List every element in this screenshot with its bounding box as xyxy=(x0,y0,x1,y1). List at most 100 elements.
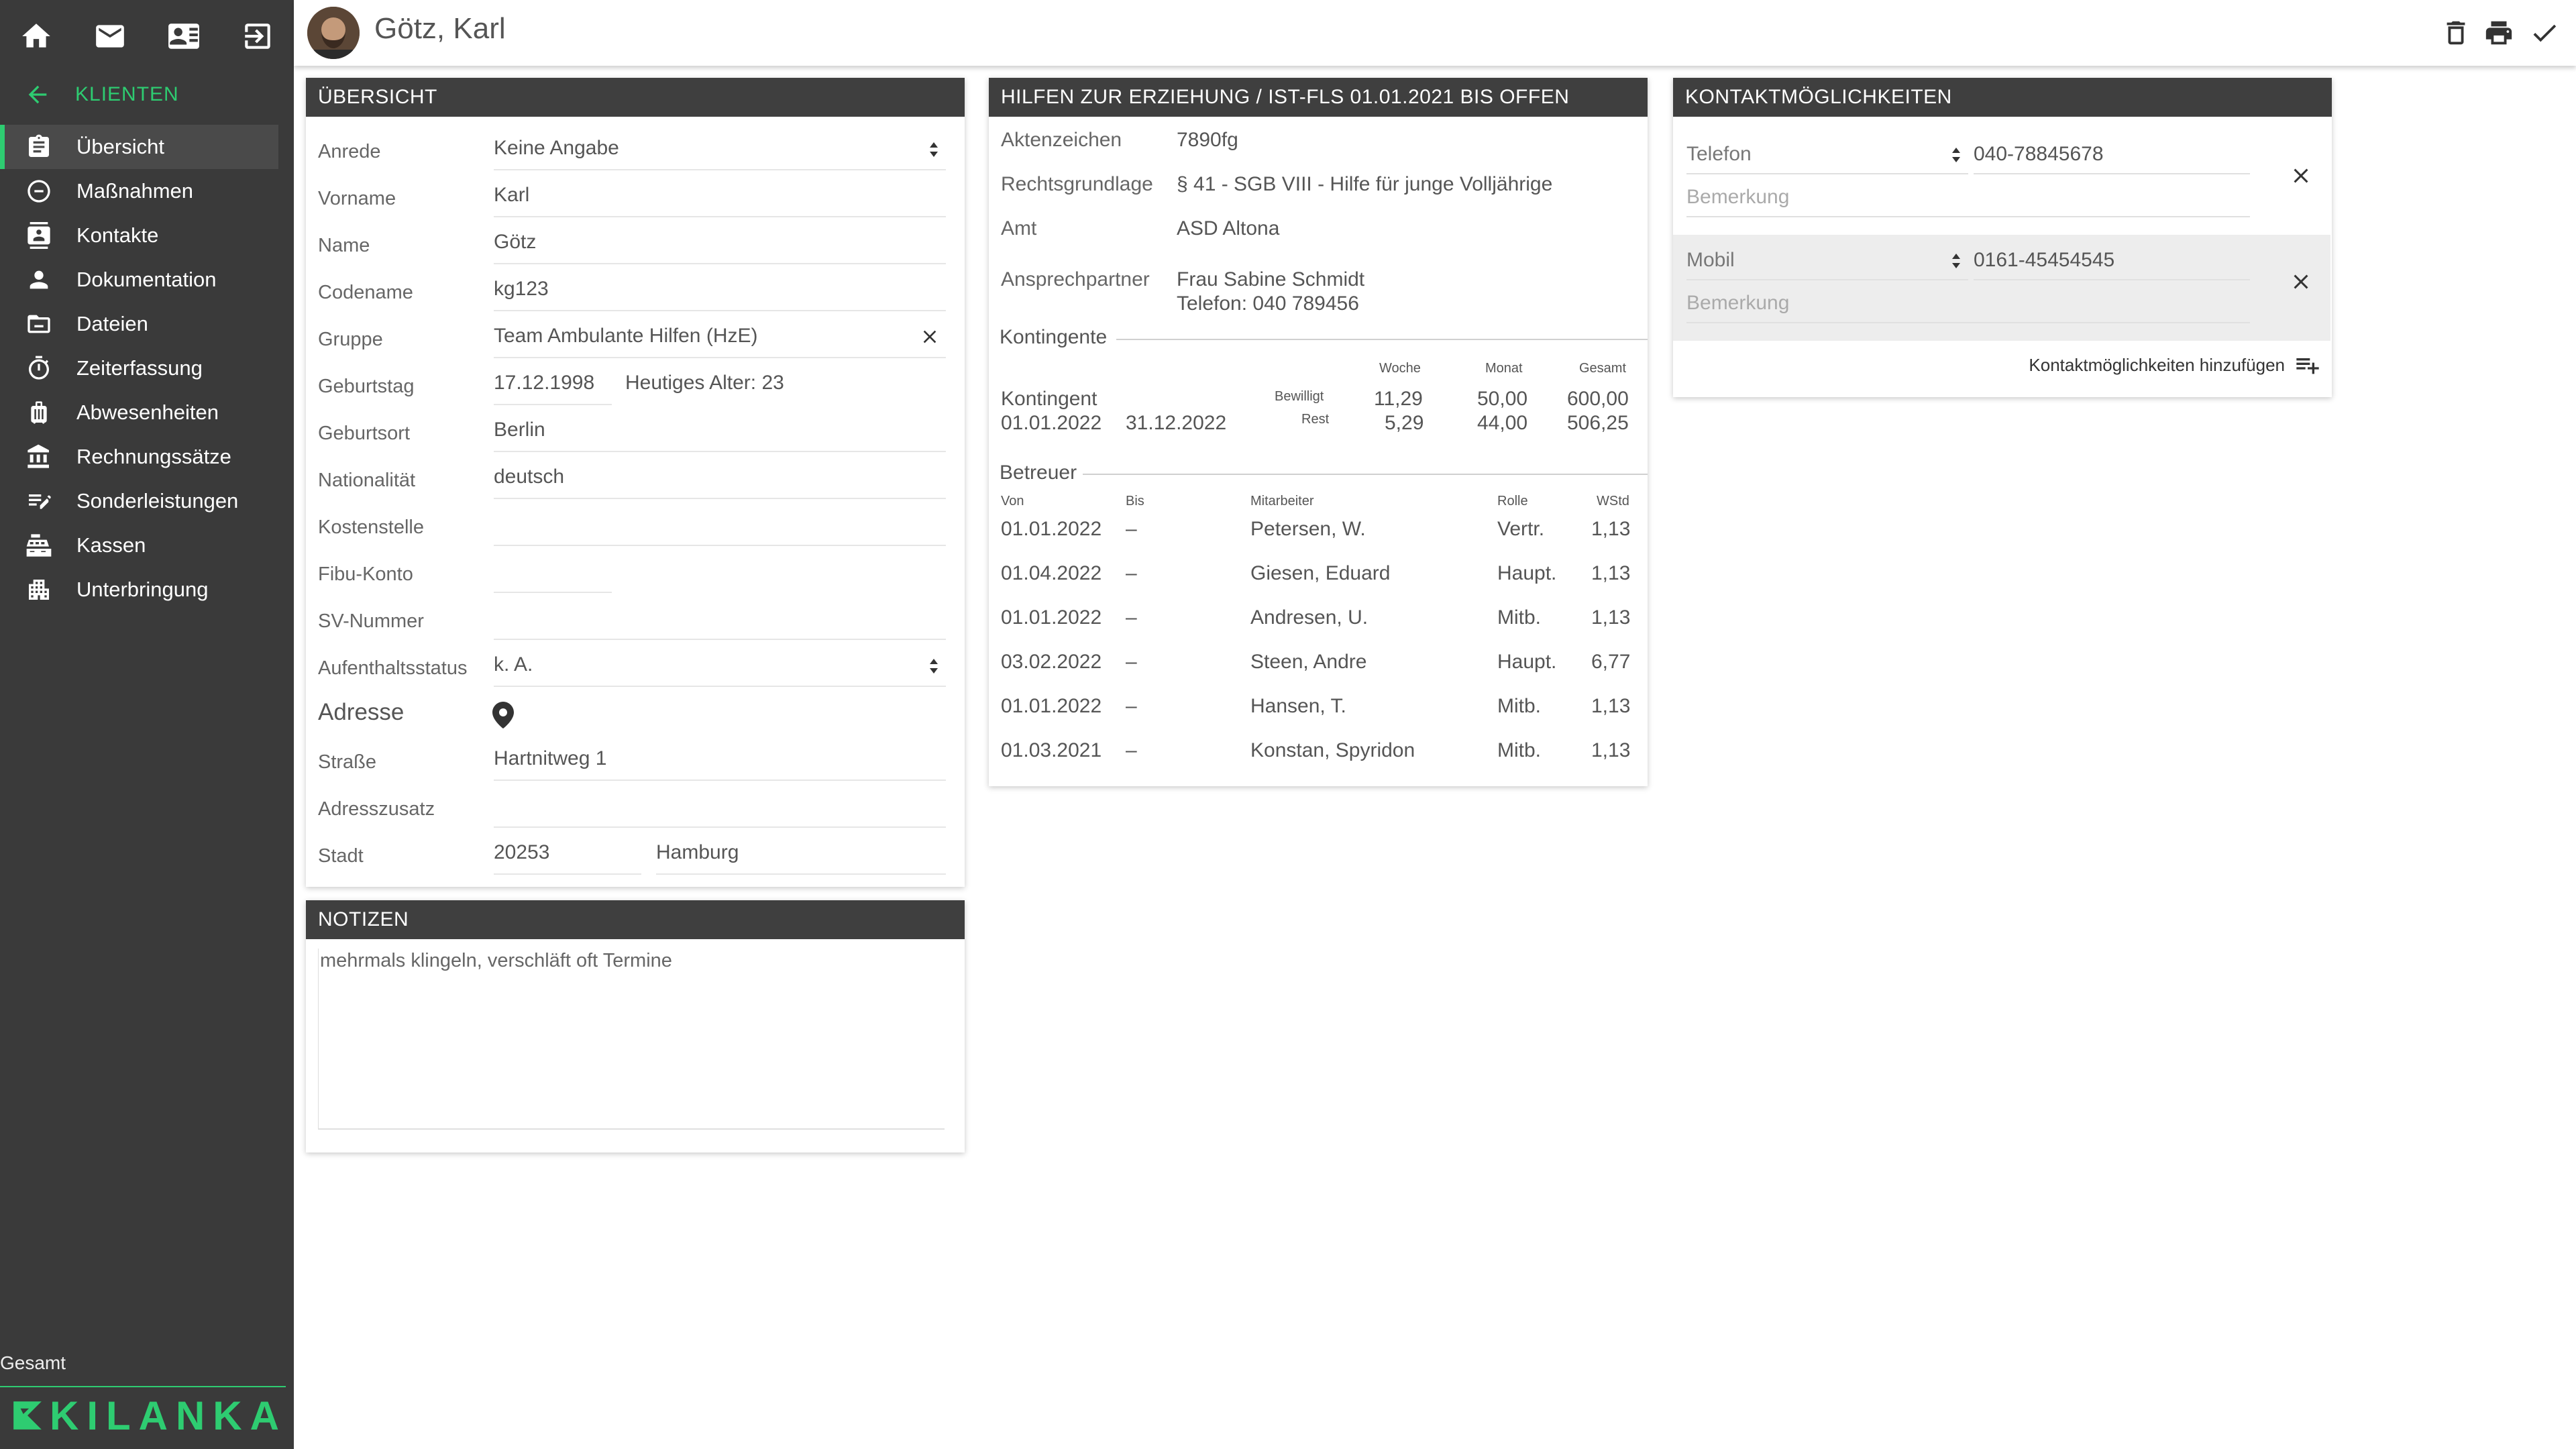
remark-input[interactable]: Bemerkung xyxy=(1686,284,2250,323)
mail-icon[interactable] xyxy=(90,16,130,56)
gruppe-select[interactable]: Team Ambulante Hilfen (HzE) xyxy=(494,317,946,358)
anrede-select[interactable]: Keine Angabe xyxy=(494,129,946,170)
logout-icon[interactable] xyxy=(237,16,278,56)
cell-von: 01.03.2021 xyxy=(1001,739,1102,761)
sidebar-item-kassen[interactable]: Kassen xyxy=(0,523,294,568)
sidebar-item-sonderleistungen[interactable]: Sonderleistungen xyxy=(0,479,294,523)
select-value: Mobil xyxy=(1686,249,1735,271)
select-value: Keine Angabe xyxy=(494,137,619,159)
cell-wstd: 1,13 xyxy=(1591,606,1631,629)
select-arrows-icon xyxy=(1952,254,1960,268)
delete-icon[interactable] xyxy=(2440,17,2471,48)
sidebar-item-label: Sonderleistungen xyxy=(76,489,239,513)
contact-entry: Telefon 040-78845678 Bemerkung xyxy=(1673,129,2330,235)
cell-mitarbeiter: Andresen, U. xyxy=(1250,606,1368,629)
geburtsort-input[interactable]: Berlin xyxy=(494,411,946,452)
card-title: HILFEN ZUR ERZIEHUNG / IST-FLS 01.01.202… xyxy=(989,78,1648,117)
field-label: Geburtstag xyxy=(318,376,415,397)
field-kostenstelle: Kostenstelle xyxy=(318,504,946,546)
home-icon[interactable] xyxy=(16,16,56,56)
sidebar-footer-label: Gesamt xyxy=(0,1352,66,1373)
avatar[interactable] xyxy=(307,7,360,59)
field-gruppe: Gruppe Team Ambulante Hilfen (HzE) xyxy=(318,317,946,358)
name-input[interactable]: Götz xyxy=(494,223,946,264)
contact-type-select[interactable]: Telefon xyxy=(1686,136,1968,174)
cell-rolle: Mitb. xyxy=(1497,695,1542,717)
geburtstag-input[interactable]: 17.12.1998 xyxy=(494,364,612,405)
table-row[interactable]: 01.01.2022 – Petersen, W. Vertr. 1,13 xyxy=(989,518,1648,562)
edit-list-icon xyxy=(29,494,51,509)
sidebar-item-massnahmen[interactable]: Maßnahmen xyxy=(0,169,294,213)
contact-type-select[interactable]: Mobil xyxy=(1686,241,1968,280)
cell-bis: – xyxy=(1126,739,1137,761)
notes-card: NOTIZEN mehrmals klingeln, verschläft of… xyxy=(306,900,965,1152)
bewilligt-woche: 11,29 xyxy=(1374,388,1423,410)
add-contact-button[interactable]: Kontaktmöglichkeiten hinzufügen xyxy=(2029,350,2321,380)
fibu-konto-input[interactable] xyxy=(494,551,612,593)
field-label: Gruppe xyxy=(318,329,383,350)
codename-input[interactable]: kg123 xyxy=(494,270,946,311)
divider xyxy=(0,1386,286,1387)
strasse-input[interactable]: Hartnitweg 1 xyxy=(494,739,946,781)
add-contact-label: Kontaktmöglichkeiten hinzufügen xyxy=(2029,354,2285,375)
sidebar-item-dokumentation[interactable]: Dokumentation xyxy=(0,258,294,302)
table-row[interactable]: 03.02.2022 – Steen, Andre Haupt. 6,77 xyxy=(989,651,1648,695)
sidebar-item-label: Kassen xyxy=(76,533,146,557)
field-label: Adresszusatz xyxy=(318,798,435,820)
field-label: Aufenthaltsstatus xyxy=(318,657,468,679)
table-row[interactable]: 01.01.2022 – Andresen, U. Mitb. 1,13 xyxy=(989,606,1648,651)
rest-monat: 44,00 xyxy=(1477,412,1528,434)
nationalitaet-input[interactable]: deutsch xyxy=(494,458,946,499)
city-input[interactable]: Hamburg xyxy=(656,833,946,875)
plz-input[interactable]: 20253 xyxy=(494,833,641,875)
kontingent-to: 31.12.2022 xyxy=(1126,412,1227,434)
sidebar-item-rechnungssaetze[interactable]: Rechnungssätze xyxy=(0,435,294,479)
table-row[interactable]: 01.01.2022 – Hansen, T. Mitb. 1,13 xyxy=(989,695,1648,739)
sidebar-item-dateien[interactable]: Dateien xyxy=(0,302,294,346)
cell-von: 01.04.2022 xyxy=(1001,562,1102,584)
print-icon[interactable] xyxy=(2483,17,2514,48)
cell-rolle: Haupt. xyxy=(1497,562,1557,584)
back-to-clients-link[interactable]: KLIENTEN xyxy=(24,78,179,111)
overview-icon xyxy=(29,134,49,157)
col-header-rolle: Rolle xyxy=(1497,494,1528,508)
select-arrows-icon xyxy=(930,659,938,674)
map-pin-icon[interactable] xyxy=(492,702,514,729)
kostenstelle-input[interactable] xyxy=(494,504,946,546)
remove-contact-icon[interactable] xyxy=(2289,270,2313,294)
ansprechpartner-phone: Telefon: 040 789456 xyxy=(1177,292,1359,315)
cell-bis: – xyxy=(1126,606,1137,629)
ansprechpartner-label: Ansprechpartner xyxy=(1001,268,1150,290)
sidebar-item-uebersicht[interactable]: Übersicht xyxy=(0,125,278,169)
field-label: Geburtsort xyxy=(318,423,410,444)
aufenthaltsstatus-select[interactable]: k. A. xyxy=(494,645,946,687)
table-row[interactable]: 01.04.2022 – Giesen, Eduard Haupt. 1,13 xyxy=(989,562,1648,606)
check-icon[interactable] xyxy=(2529,17,2560,48)
col-header-wstd: WStd xyxy=(1597,494,1629,508)
contacts-icon xyxy=(28,222,50,249)
avatar-image xyxy=(307,7,360,59)
kontakt-card: KONTAKTMÖGLICHKEITEN Telefon 040-7884567… xyxy=(1673,78,2332,397)
cell-bis: – xyxy=(1126,518,1137,540)
adresszusatz-input[interactable] xyxy=(494,786,946,828)
field-stadt: Stadt 20253 Hamburg xyxy=(318,833,946,875)
remark-input[interactable]: Bemerkung xyxy=(1686,178,2250,217)
section-title-adresse: Adresse xyxy=(318,699,405,725)
contact-value-input[interactable]: 040-78845678 xyxy=(1974,136,2250,174)
remove-contact-icon[interactable] xyxy=(2289,164,2313,188)
notes-textarea[interactable]: mehrmals klingeln, verschläft oft Termin… xyxy=(318,949,945,1130)
contact-card-icon[interactable] xyxy=(164,16,204,56)
table-row[interactable]: 01.03.2021 – Konstan, Spyridon Mitb. 1,1… xyxy=(989,739,1648,784)
card-title: ÜBERSICHT xyxy=(306,78,965,117)
field-geburtstag: Geburtstag 17.12.1998 Heutiges Alter: 23 xyxy=(318,364,946,405)
clear-icon[interactable] xyxy=(919,326,941,347)
sv-nummer-input[interactable] xyxy=(494,598,946,640)
vorname-input[interactable]: Karl xyxy=(494,176,946,217)
sidebar-item-unterbringung[interactable]: Unterbringung xyxy=(0,568,294,612)
sidebar-item-zeiterfassung[interactable]: Zeiterfassung xyxy=(0,346,294,390)
cell-von: 01.01.2022 xyxy=(1001,518,1102,540)
sidebar-item-kontakte[interactable]: Kontakte xyxy=(0,213,294,258)
sidebar-item-label: Dateien xyxy=(76,312,148,335)
sidebar-item-abwesenheiten[interactable]: Abwesenheiten xyxy=(0,390,294,435)
contact-value-input[interactable]: 0161-45454545 xyxy=(1974,241,2250,280)
